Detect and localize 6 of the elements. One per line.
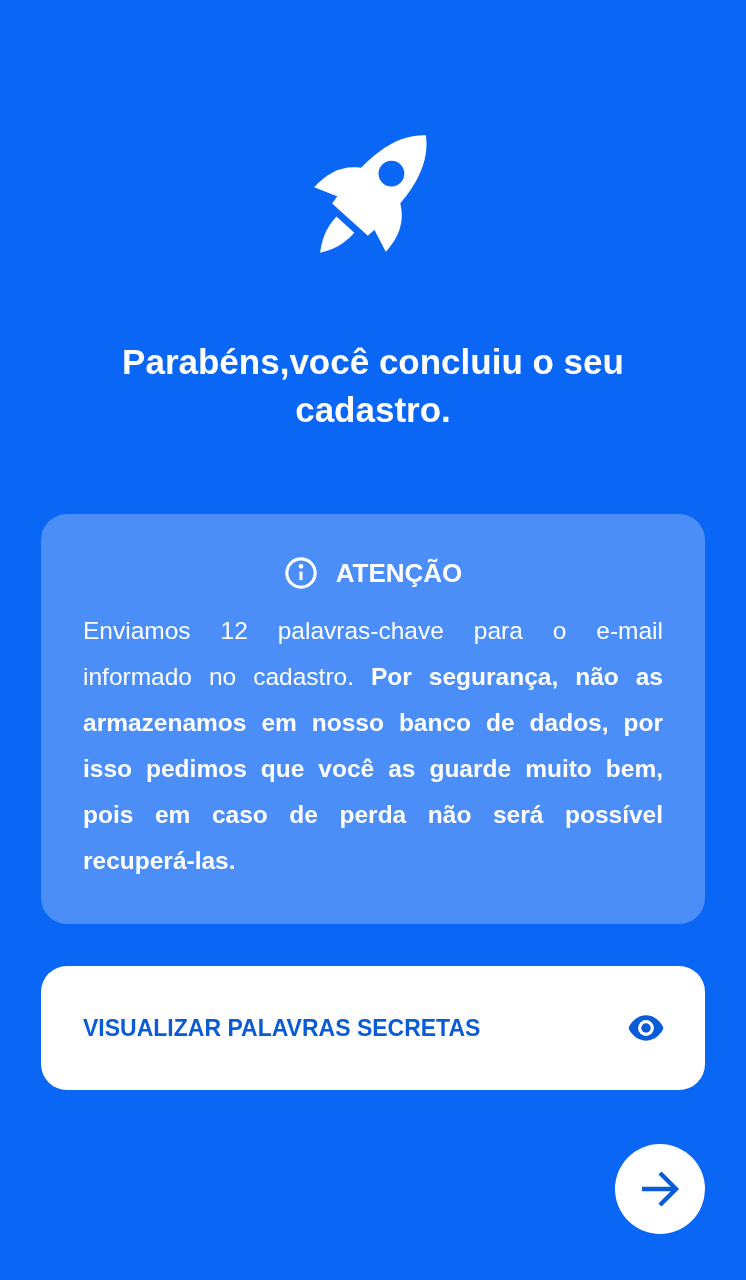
notice-heading: ATENÇÃO [335, 557, 463, 589]
page-title: Parabéns,você concluiu o seu cadastro. [121, 341, 625, 431]
reveal-words-button[interactable]: VISUALIZAR PALAVRAS SECRETAS [41, 966, 705, 1090]
info-icon [283, 556, 318, 590]
eye-icon [627, 1013, 665, 1043]
notice-text: Enviamos 12 palavras-chave para o e-mail informado no cadastro. Por segurança, não as armazenamos em nosso banco de dados, por isso pedimos que você as guarde muito bem, pois em caso de perda não será possível recuperá-las. [83, 616, 663, 876]
